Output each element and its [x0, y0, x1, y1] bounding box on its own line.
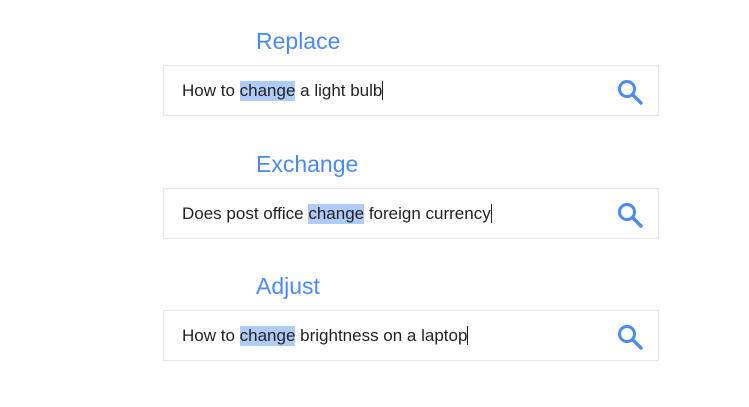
text-caret: [382, 81, 384, 100]
search-box-exchange[interactable]: Does post office change foreign currency: [163, 188, 659, 239]
query-text-before: How to: [182, 80, 240, 100]
synonym-examples: Replace How to change a light bulb Excha…: [0, 0, 749, 407]
query-text-before: Does post office: [182, 203, 309, 223]
search-icon[interactable]: [616, 78, 644, 106]
text-caret: [490, 204, 492, 223]
search-query[interactable]: How to change a light bulb: [182, 80, 384, 101]
section-label-adjust: Adjust: [256, 273, 320, 299]
query-text-after: brightness on a laptop: [295, 325, 468, 345]
query-highlight: change: [239, 325, 296, 346]
query-text-after: a light bulb: [295, 80, 383, 100]
section-label-exchange: Exchange: [256, 151, 359, 177]
search-query[interactable]: How to change brightness on a laptop: [182, 325, 469, 346]
section-label-replace: Replace: [256, 28, 341, 54]
query-highlight: change: [308, 203, 365, 224]
search-icon[interactable]: [616, 201, 644, 229]
search-box-replace[interactable]: How to change a light bulb: [163, 65, 659, 116]
search-query[interactable]: Does post office change foreign currency: [182, 203, 492, 224]
query-highlight: change: [239, 80, 296, 101]
query-text-after: foreign currency: [364, 203, 491, 223]
query-text-before: How to: [182, 325, 240, 345]
text-caret: [467, 326, 469, 345]
search-icon[interactable]: [616, 323, 644, 351]
search-box-adjust[interactable]: How to change brightness on a laptop: [163, 310, 659, 361]
